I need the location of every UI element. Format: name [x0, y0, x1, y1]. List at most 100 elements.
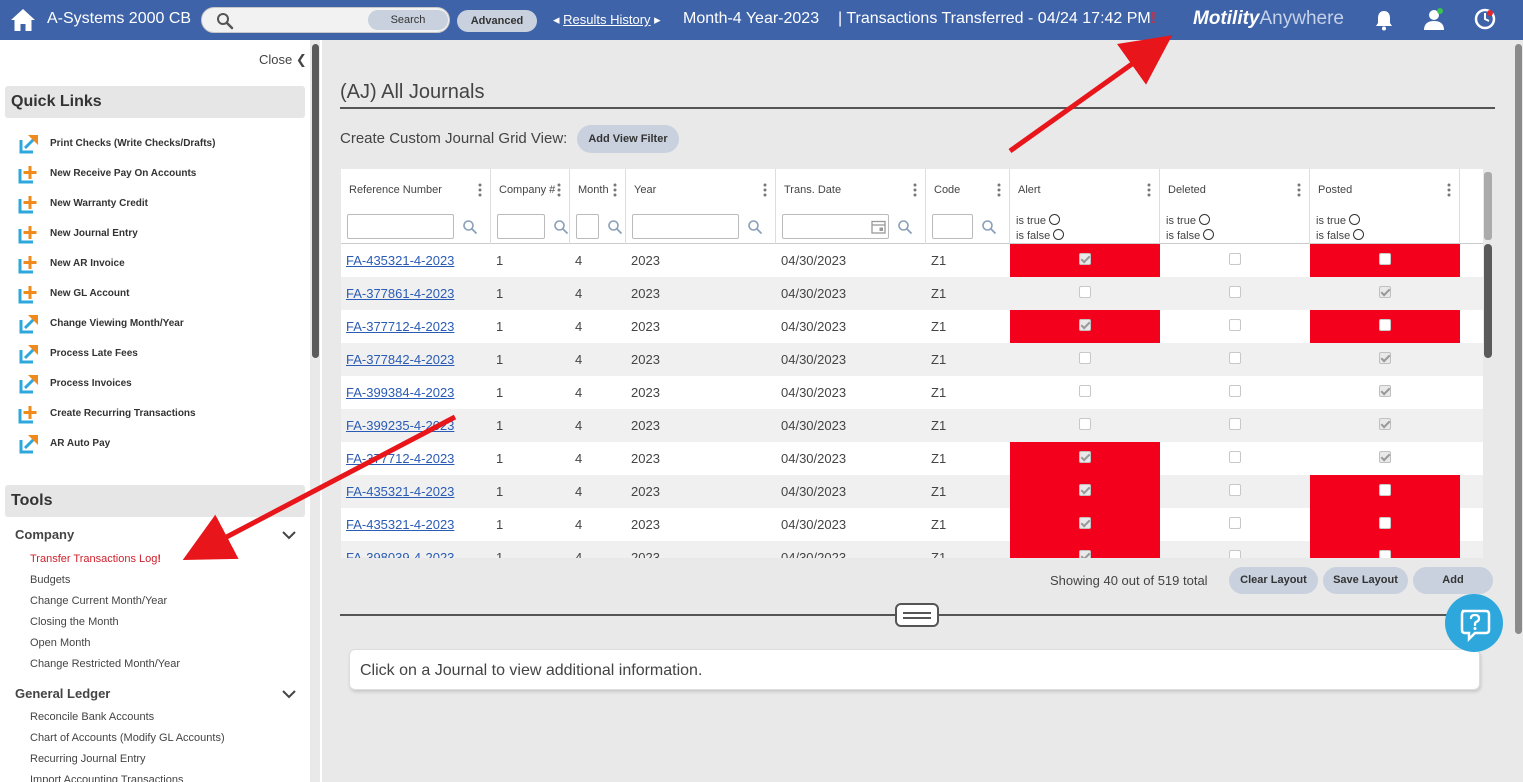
results-history-link[interactable]: ◂ Results History ▸ [553, 12, 661, 28]
advanced-search-button[interactable]: Advanced [457, 10, 537, 32]
general-ledger-category[interactable]: General Ledger [15, 686, 110, 701]
table-row[interactable]: FA-398039-4-2023 1 4 2023 04/30/2023 Z1 [341, 541, 1483, 558]
cell-ref[interactable]: FA-377842-4-2023 [346, 343, 454, 376]
sidebar-item-reconcile[interactable]: Reconcile Bank Accounts [30, 711, 154, 723]
checkbox-alert[interactable] [1079, 550, 1091, 558]
column-header-posted[interactable]: Posted is true is false [1310, 169, 1460, 244]
quick-link-item[interactable]: New Warranty Credit [18, 191, 148, 215]
chevron-down-icon[interactable] [282, 689, 296, 699]
filter-search-icon[interactable] [462, 219, 478, 235]
radio-is-true[interactable] [1198, 214, 1210, 225]
radio-is-false[interactable] [1353, 229, 1365, 240]
sidebar-item-recurring-journal[interactable]: Recurring Journal Entry [30, 753, 146, 765]
sidebar-item-change-month[interactable]: Change Current Month/Year [30, 595, 167, 607]
column-header-company[interactable]: Company # [491, 169, 570, 244]
column-menu-icon[interactable] [1447, 183, 1451, 197]
checkbox-posted[interactable] [1379, 418, 1391, 430]
filter-search-icon[interactable] [981, 219, 997, 235]
column-header-date[interactable]: Trans. Date [776, 169, 926, 244]
quick-link-item[interactable]: Process Late Fees [18, 341, 138, 365]
sidebar-item-closing-month[interactable]: Closing the Month [30, 616, 119, 628]
cell-ref[interactable]: FA-398039-4-2023 [346, 541, 454, 558]
table-row[interactable]: FA-435321-4-2023 1 4 2023 04/30/2023 Z1 [341, 475, 1483, 508]
checkbox-posted[interactable] [1379, 451, 1391, 463]
table-row[interactable]: FA-377712-4-2023 1 4 2023 04/30/2023 Z1 [341, 310, 1483, 343]
checkbox-alert[interactable] [1079, 253, 1091, 265]
company-category[interactable]: Company [15, 527, 74, 542]
home-icon[interactable] [10, 7, 36, 33]
cell-ref[interactable]: FA-377861-4-2023 [346, 277, 454, 310]
checkbox-deleted[interactable] [1229, 319, 1241, 331]
column-menu-icon[interactable] [1147, 183, 1151, 197]
filter-search-icon[interactable] [553, 219, 569, 235]
sidebar-item-open-month[interactable]: Open Month [30, 637, 91, 649]
clear-layout-button[interactable]: Clear Layout [1229, 567, 1318, 594]
cell-ref[interactable]: FA-399235-4-2023 [346, 409, 454, 442]
bell-icon[interactable] [1374, 9, 1394, 31]
grid-scroll-thumb[interactable] [1484, 244, 1492, 358]
checkbox-posted[interactable] [1379, 286, 1391, 298]
table-row[interactable]: FA-435321-4-2023 1 4 2023 04/30/2023 Z1 [341, 244, 1483, 277]
filter-search-icon[interactable] [607, 219, 623, 235]
checkbox-alert[interactable] [1079, 418, 1091, 430]
column-filter-input[interactable] [347, 214, 454, 239]
table-row[interactable]: FA-399384-4-2023 1 4 2023 04/30/2023 Z1 [341, 376, 1483, 409]
splitter-handle[interactable] [895, 603, 939, 627]
sidebar-item-budgets[interactable]: Budgets [30, 574, 70, 586]
sidebar-scroll-thumb[interactable] [312, 44, 319, 358]
quick-link-item[interactable]: AR Auto Pay [18, 431, 110, 455]
column-menu-icon[interactable] [1297, 183, 1301, 197]
table-row[interactable]: FA-377842-4-2023 1 4 2023 04/30/2023 Z1 [341, 343, 1483, 376]
checkbox-deleted[interactable] [1229, 253, 1241, 265]
quick-link-item[interactable]: Create Recurring Transactions [18, 401, 196, 425]
checkbox-alert[interactable] [1079, 352, 1091, 364]
chevron-down-icon[interactable] [282, 530, 296, 540]
column-header-code[interactable]: Code [926, 169, 1010, 244]
column-menu-icon[interactable] [763, 183, 767, 197]
checkbox-posted[interactable] [1379, 352, 1391, 364]
quick-link-item[interactable]: New AR Invoice [18, 251, 125, 275]
checkbox-alert[interactable] [1079, 385, 1091, 397]
checkbox-posted[interactable] [1379, 253, 1391, 265]
checkbox-deleted[interactable] [1229, 484, 1241, 496]
sidebar-item-restricted-month[interactable]: Change Restricted Month/Year [30, 658, 180, 670]
cell-ref[interactable]: FA-377712-4-2023 [346, 442, 454, 475]
filter-is-true[interactable]: is true [1016, 214, 1060, 227]
quick-link-item[interactable]: New Receive Pay On Accounts [18, 161, 196, 185]
column-filter-input[interactable] [576, 214, 599, 239]
column-header-month[interactable]: Month [570, 169, 626, 244]
sidebar-item-import-transactions[interactable]: Import Accounting Transactions [30, 774, 183, 782]
checkbox-deleted[interactable] [1229, 517, 1241, 529]
table-row[interactable]: FA-399235-4-2023 1 4 2023 04/30/2023 Z1 [341, 409, 1483, 442]
cell-ref[interactable]: FA-377712-4-2023 [346, 310, 454, 343]
checkbox-deleted[interactable] [1229, 550, 1241, 558]
quick-link-item[interactable]: Process Invoices [18, 371, 132, 395]
user-icon[interactable] [1422, 7, 1446, 31]
checkbox-deleted[interactable] [1229, 286, 1241, 298]
column-menu-icon[interactable] [557, 183, 561, 197]
column-menu-icon[interactable] [478, 183, 482, 197]
calendar-icon[interactable] [871, 219, 886, 234]
filter-search-icon[interactable] [897, 219, 913, 235]
cell-ref[interactable]: FA-435321-4-2023 [346, 508, 454, 541]
radio-is-true[interactable] [1348, 214, 1360, 225]
table-row[interactable]: FA-377861-4-2023 1 4 2023 04/30/2023 Z1 [341, 277, 1483, 310]
add-button[interactable]: Add [1413, 567, 1493, 594]
column-filter-input[interactable] [932, 214, 973, 239]
column-menu-icon[interactable] [913, 183, 917, 197]
page-scroll-thumb[interactable] [1515, 44, 1522, 634]
checkbox-alert[interactable] [1079, 319, 1091, 331]
radio-is-false[interactable] [1053, 229, 1065, 240]
checkbox-deleted[interactable] [1229, 352, 1241, 364]
column-filter-input[interactable] [497, 214, 545, 239]
clock-icon[interactable] [1474, 8, 1496, 30]
quick-link-item[interactable]: Print Checks (Write Checks/Drafts) [18, 131, 215, 155]
checkbox-posted[interactable] [1379, 550, 1391, 558]
filter-is-false[interactable]: is false [1316, 229, 1365, 242]
save-layout-button[interactable]: Save Layout [1323, 567, 1408, 594]
column-header-ref[interactable]: Reference Number [341, 169, 491, 244]
column-header-deleted[interactable]: Deleted is true is false [1160, 169, 1310, 244]
radio-is-true[interactable] [1048, 214, 1060, 225]
checkbox-alert[interactable] [1079, 451, 1091, 463]
quick-link-item[interactable]: New GL Account [18, 281, 129, 305]
